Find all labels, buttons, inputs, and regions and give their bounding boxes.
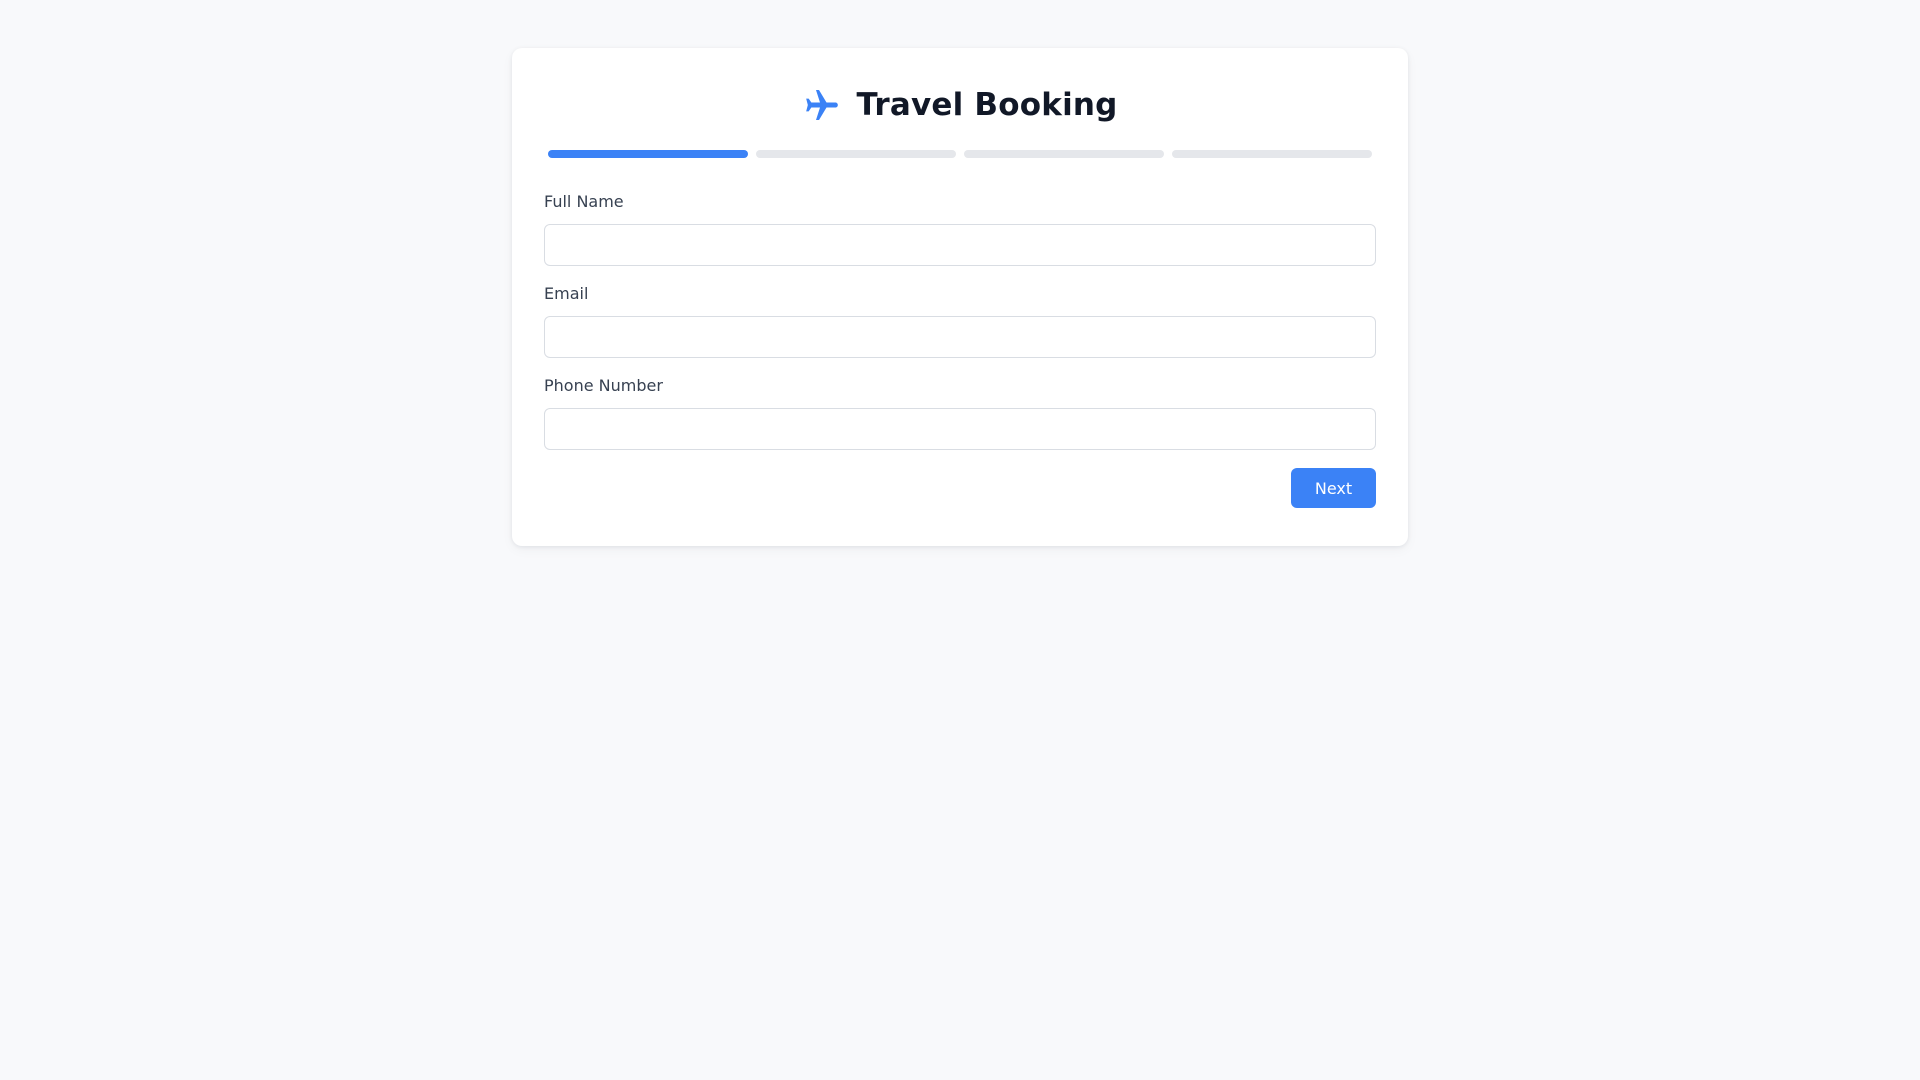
- email-label: Email: [544, 284, 589, 303]
- email-input[interactable]: [544, 316, 1376, 358]
- progress-step-3: [964, 150, 1164, 158]
- full-name-label: Full Name: [544, 192, 624, 211]
- phone-number-label: Phone Number: [544, 376, 663, 395]
- phone-field-group: Phone Number: [544, 376, 1376, 450]
- booking-header: Travel Booking: [544, 80, 1376, 130]
- booking-card: Travel Booking Full Name Email Phone Num…: [512, 48, 1408, 546]
- step-progress-bar: [548, 150, 1372, 158]
- email-field-group: Email: [544, 284, 1376, 358]
- progress-step-1: [548, 150, 748, 158]
- form-actions: Next: [544, 468, 1376, 508]
- contact-form: Full Name Email Phone Number Next: [544, 192, 1376, 508]
- progress-step-4: [1172, 150, 1372, 158]
- progress-step-2: [756, 150, 956, 158]
- full-name-field-group: Full Name: [544, 192, 1376, 266]
- full-name-input[interactable]: [544, 224, 1376, 266]
- phone-number-input[interactable]: [544, 408, 1376, 450]
- next-button[interactable]: Next: [1291, 468, 1376, 508]
- page-title: Travel Booking: [856, 87, 1118, 123]
- airplane-icon: [802, 85, 842, 125]
